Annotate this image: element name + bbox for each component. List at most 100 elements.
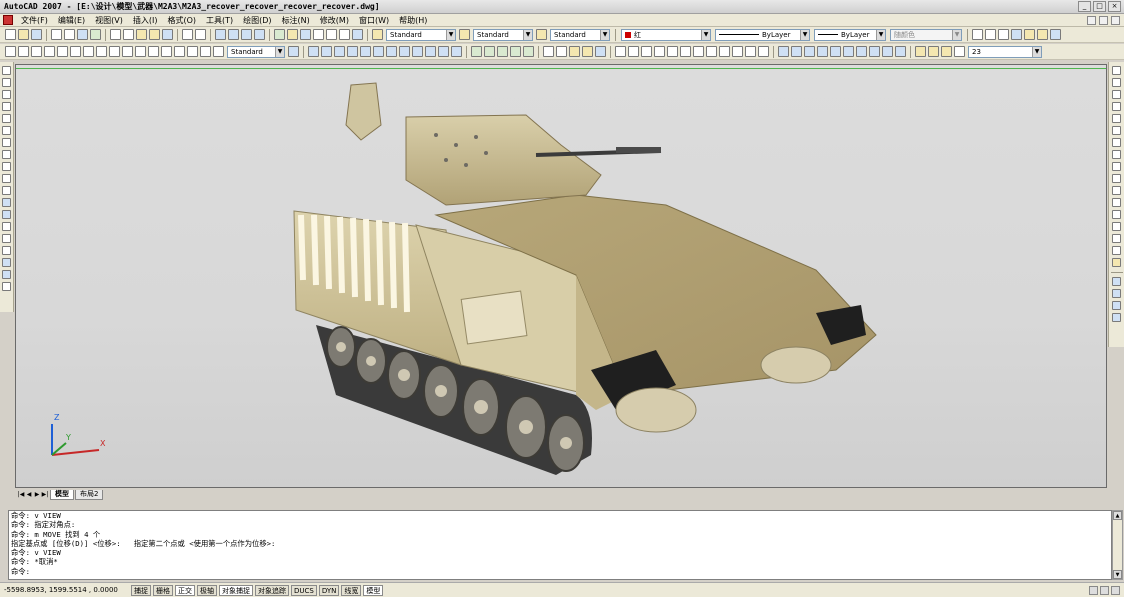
ucs-3point-icon[interactable] <box>719 46 730 57</box>
lineweight-select[interactable]: ByLayer ▼ <box>814 28 886 41</box>
ucs-face-icon[interactable] <box>654 46 665 57</box>
tab-layout2[interactable]: 布局2 <box>75 489 104 500</box>
line-icon[interactable] <box>2 66 11 75</box>
render-icon[interactable] <box>915 46 926 57</box>
command-window[interactable]: 命令: v VIEW 命令: 指定对角点: 命令: m MOVE 找到 4 个 … <box>8 510 1112 580</box>
ellipse-arc-icon[interactable] <box>2 186 11 195</box>
save-icon[interactable] <box>31 29 42 40</box>
ortho-toggle[interactable]: 正交 <box>175 584 195 596</box>
section-icon[interactable] <box>386 46 397 57</box>
baseline-icon[interactable] <box>122 46 133 57</box>
dim-style-select-2[interactable]: Standard ▼ <box>227 45 285 58</box>
menu-draw[interactable]: 绘图(D) <box>238 15 276 26</box>
explode-icon[interactable] <box>1112 258 1121 267</box>
undo-icon[interactable] <box>182 29 193 40</box>
plotstyle-select[interactable]: 随颜色 ▼ <box>890 28 962 41</box>
circle-icon[interactable] <box>2 138 11 147</box>
snap-toggle[interactable]: 捕捉 <box>131 584 151 596</box>
polygon-icon[interactable] <box>2 102 11 111</box>
camera-icon[interactable] <box>510 46 521 57</box>
revision-cloud-icon[interactable] <box>2 150 11 159</box>
tab-model[interactable]: 模型 <box>50 489 74 500</box>
helix-icon[interactable] <box>438 46 449 57</box>
extrude-icon[interactable] <box>347 46 358 57</box>
interfere-icon[interactable] <box>399 46 410 57</box>
loft-icon[interactable] <box>425 46 436 57</box>
draw-order-front-icon[interactable] <box>1112 277 1121 286</box>
wedge-icon[interactable] <box>998 29 1009 40</box>
otrack-toggle[interactable]: 对象追踪 <box>255 584 289 596</box>
doc-close-icon[interactable] <box>1111 15 1120 25</box>
orbit-icon[interactable] <box>471 46 482 57</box>
walk-icon[interactable] <box>523 46 534 57</box>
pan-icon[interactable] <box>215 29 226 40</box>
lock-icon[interactable] <box>1100 585 1109 595</box>
minimize-button[interactable]: _ <box>1078 1 1091 12</box>
array-icon[interactable] <box>1112 114 1121 123</box>
radius-icon[interactable] <box>57 46 68 57</box>
polar-toggle[interactable]: 极轴 <box>197 584 217 596</box>
print-preview-icon[interactable] <box>64 29 75 40</box>
torus-icon[interactable] <box>1050 29 1061 40</box>
grid-toggle[interactable]: 栅格 <box>153 584 173 596</box>
view-right-icon[interactable] <box>817 46 828 57</box>
subtract-icon[interactable] <box>321 46 332 57</box>
box-icon[interactable] <box>985 29 996 40</box>
menu-view[interactable]: 视图(V) <box>90 15 128 26</box>
draw-order-above-icon[interactable] <box>1112 301 1121 310</box>
layer-icon[interactable] <box>954 46 965 57</box>
menu-edit[interactable]: 编辑(E) <box>53 15 90 26</box>
menu-modify[interactable]: 修改(M) <box>315 15 354 26</box>
prev-tab-icon[interactable]: ◀ <box>25 490 33 499</box>
ucs-world-icon[interactable] <box>628 46 639 57</box>
command-scrollbar[interactable]: ▲ ▼ <box>1112 510 1123 580</box>
ucs-icon[interactable] <box>615 46 626 57</box>
draw-order-back-icon[interactable] <box>1112 289 1121 298</box>
redo-icon[interactable] <box>195 29 206 40</box>
join-icon[interactable] <box>1112 222 1121 231</box>
scroll-down-icon[interactable]: ▼ <box>1113 570 1122 579</box>
app-icon[interactable] <box>3 15 13 25</box>
rotate-icon[interactable] <box>1112 138 1121 147</box>
maximize-button[interactable]: □ <box>1093 1 1106 12</box>
erase-icon[interactable] <box>1112 66 1121 75</box>
table-style-select[interactable]: Standard ▼ <box>550 28 610 41</box>
continue-icon[interactable] <box>135 46 146 57</box>
arc-icon[interactable] <box>2 126 11 135</box>
copy-object-icon[interactable] <box>1112 78 1121 87</box>
ducs-toggle[interactable]: DUCS <box>291 584 317 596</box>
fillet-icon[interactable] <box>1112 246 1121 255</box>
angular-icon[interactable] <box>96 46 107 57</box>
paste-icon[interactable] <box>136 29 147 40</box>
free-orbit-icon[interactable] <box>484 46 495 57</box>
view-front-icon[interactable] <box>830 46 841 57</box>
hatch-icon[interactable] <box>2 234 11 243</box>
tolerance-icon[interactable] <box>161 46 172 57</box>
zoom-previous-icon[interactable] <box>254 29 265 40</box>
dim-style-manager-icon[interactable] <box>288 46 299 57</box>
block-editor-icon[interactable] <box>162 29 173 40</box>
next-tab-icon[interactable]: ▶ <box>33 490 41 499</box>
jogged-icon[interactable] <box>70 46 81 57</box>
visual-style-hidden-icon[interactable] <box>556 46 567 57</box>
ucs-origin-icon[interactable] <box>693 46 704 57</box>
spline-icon[interactable] <box>2 162 11 171</box>
open-icon[interactable] <box>18 29 29 40</box>
move-icon[interactable] <box>1112 126 1121 135</box>
extend-icon[interactable] <box>1112 186 1121 195</box>
break-at-point-icon[interactable] <box>1112 198 1121 207</box>
visual-style-manager-icon[interactable] <box>595 46 606 57</box>
communication-icon[interactable] <box>1089 585 1098 595</box>
stretch-icon[interactable] <box>1112 162 1121 171</box>
rectangle-icon[interactable] <box>2 114 11 123</box>
quick-dim-icon[interactable] <box>109 46 120 57</box>
publish-icon[interactable] <box>77 29 88 40</box>
view-se-icon[interactable] <box>869 46 880 57</box>
view-sw-icon[interactable] <box>856 46 867 57</box>
point-icon[interactable] <box>2 222 11 231</box>
break-icon[interactable] <box>1112 210 1121 219</box>
union-icon[interactable] <box>308 46 319 57</box>
menu-help[interactable]: 帮助(H) <box>394 15 432 26</box>
doc-minimize-icon[interactable] <box>1087 15 1096 25</box>
layer-select[interactable]: 23 ▼ <box>968 45 1042 58</box>
